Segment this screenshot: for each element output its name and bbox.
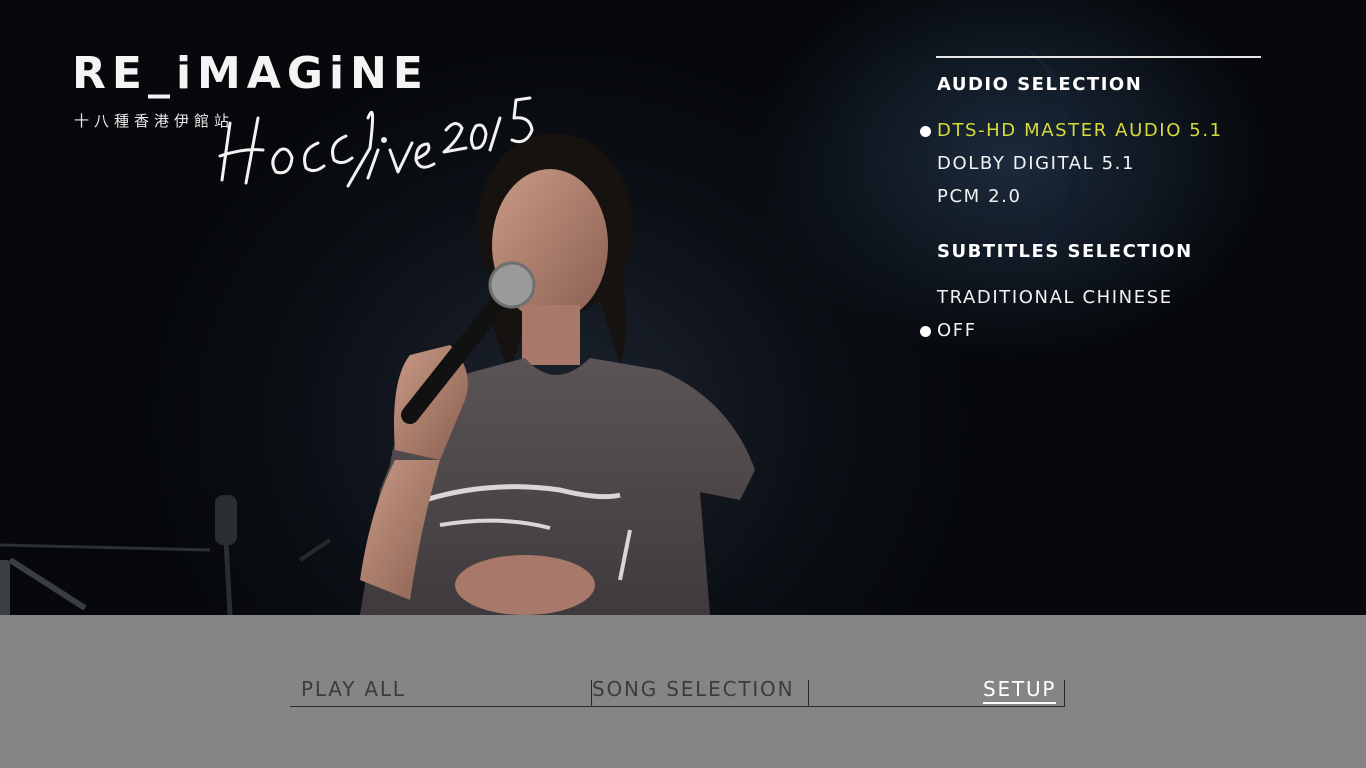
subtitle-option-traditional-chinese[interactable]: TRADITIONAL CHINESE [937, 287, 1173, 308]
audio-option-dts-hd[interactable]: DTS-HD MASTER AUDIO 5.1 [937, 120, 1223, 141]
subtitle-selected-bullet [920, 326, 931, 337]
menu-divider [808, 680, 809, 706]
menu-divider [1064, 680, 1065, 706]
audio-option-pcm[interactable]: PCM 2.0 [937, 186, 1022, 207]
subtitle-option-off[interactable]: OFF [937, 320, 977, 341]
menu-play-all[interactable]: PLAY ALL [301, 677, 406, 701]
disc-menu-screen: RE_iMAGiNE 十八種香港伊館站 AUDIO SELECTION DTS-… [0, 0, 1366, 768]
audio-option-dolby-digital[interactable]: DOLBY DIGITAL 5.1 [937, 153, 1135, 174]
performer-graphic [360, 133, 755, 615]
mic-stand-graphic [0, 495, 330, 615]
audio-selection-heading: AUDIO SELECTION [937, 74, 1143, 95]
subtitles-selection-heading: SUBTITLES SELECTION [937, 241, 1193, 262]
menu-baseline [290, 706, 1065, 707]
menu-song-selection[interactable]: SONG SELECTION [592, 677, 794, 701]
setup-panel-rule [936, 56, 1261, 58]
edge-handle [0, 560, 10, 615]
audio-selected-bullet [920, 126, 931, 137]
logo-script-graphic [218, 96, 534, 188]
menu-setup[interactable]: SETUP [983, 677, 1057, 704]
logo-subtitle: 十八種香港伊館站 [74, 112, 235, 130]
